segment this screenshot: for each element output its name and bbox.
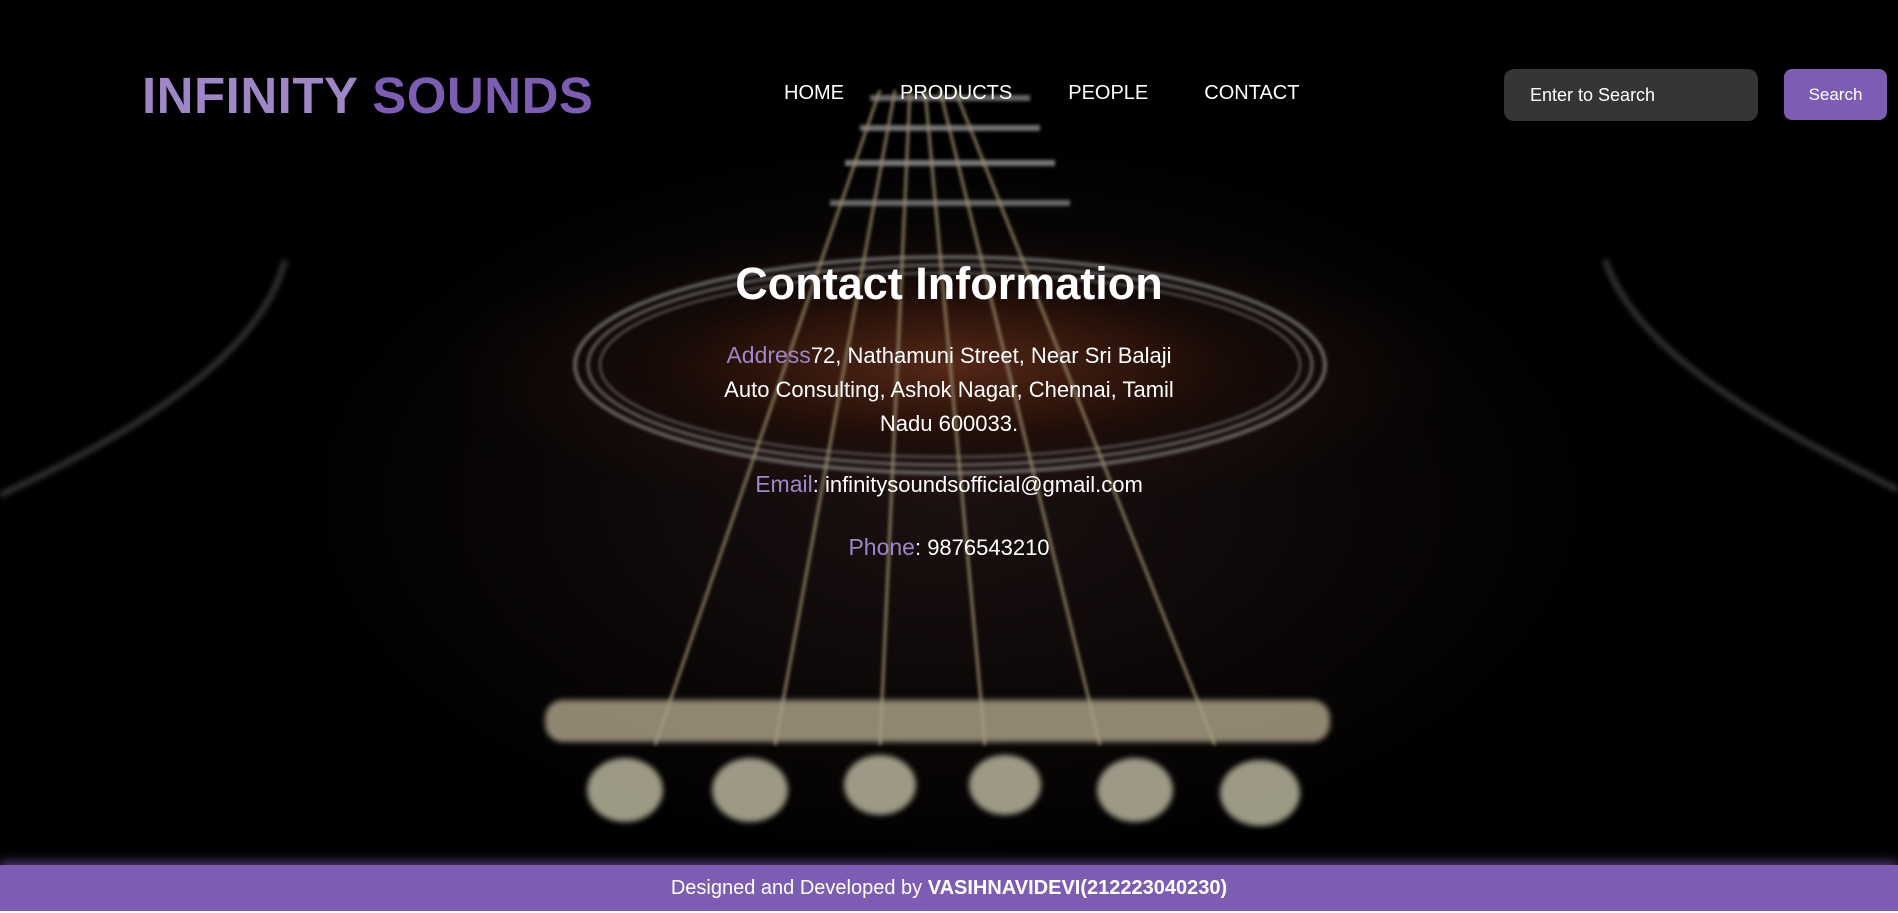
- contact-section: Contact Information Address72, Nathamuni…: [694, 258, 1204, 565]
- nav-link-home[interactable]: HOME: [784, 82, 844, 105]
- email-line: Email: infinitysoundsofficial@gmail.com: [694, 467, 1204, 502]
- search-input[interactable]: [1504, 69, 1758, 121]
- footer-credit-prefix: Designed and Developed by: [670, 877, 928, 899]
- phone-label: Phone: [848, 534, 915, 560]
- phone-line: Phone: 9876543210: [694, 530, 1204, 565]
- main-nav: HOME PRODUCTS PEOPLE CONTACT: [784, 82, 1299, 105]
- page: INFINITY SOUNDS HOME PRODUCTS PEOPLE CON…: [0, 0, 1898, 913]
- brand-word-infinity: INFINITY: [142, 67, 358, 124]
- contact-title: Contact Information: [735, 258, 1163, 309]
- search-button[interactable]: Search: [1784, 69, 1887, 120]
- footer-author: VASIHNAVIDEVI(212223040230): [927, 877, 1228, 899]
- nav-link-products[interactable]: PRODUCTS: [900, 82, 1012, 105]
- phone-value[interactable]: : 9876543210: [915, 535, 1050, 560]
- brand-logo[interactable]: INFINITY SOUNDS: [142, 66, 593, 125]
- nav-link-contact[interactable]: CONTACT: [1204, 82, 1299, 105]
- site-footer: Designed and Developed by VASIHNAVIDEVI(…: [0, 865, 1898, 911]
- brand-word-sounds: SOUNDS: [372, 67, 594, 124]
- address-line: Address72, Nathamuni Street, Near Sri Ba…: [709, 338, 1189, 441]
- email-value[interactable]: : infinitysoundsofficial@gmail.com: [813, 472, 1143, 497]
- address-label: Address: [726, 342, 811, 368]
- top-navbar: INFINITY SOUNDS HOME PRODUCTS PEOPLE CON…: [0, 0, 1898, 190]
- email-label: Email: [755, 471, 813, 497]
- nav-link-people[interactable]: PEOPLE: [1068, 82, 1148, 105]
